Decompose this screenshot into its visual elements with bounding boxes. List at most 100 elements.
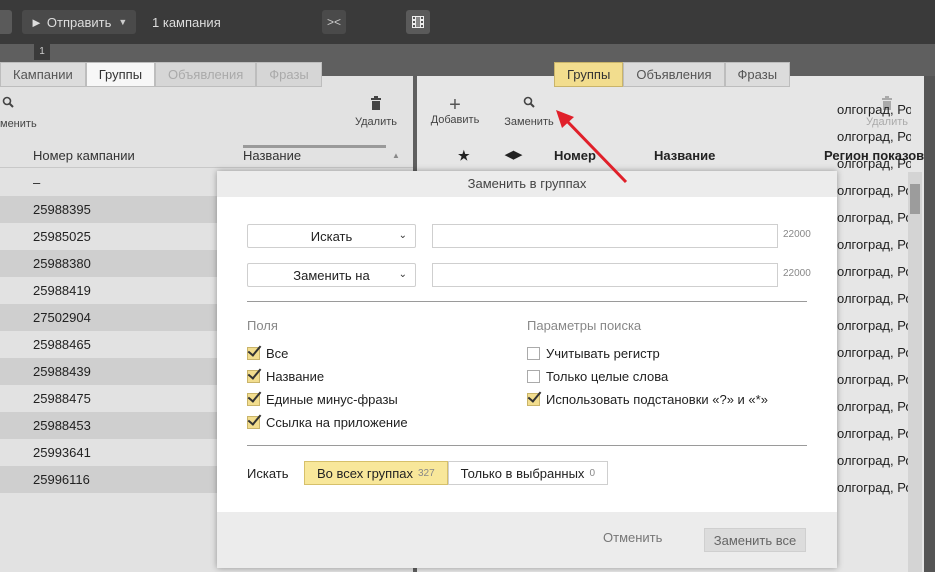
params-title: Параметры поиска bbox=[527, 318, 642, 333]
checkbox-checked-icon[interactable] bbox=[247, 415, 260, 429]
region-cell: олгоград, Ро bbox=[837, 372, 911, 387]
checkbox-label: Название bbox=[266, 368, 325, 384]
trash-icon bbox=[370, 96, 382, 113]
table-row[interactable]: 25993641 bbox=[0, 439, 220, 466]
replace-label: Заменить bbox=[504, 116, 554, 128]
delete-label: Удалить bbox=[355, 116, 397, 128]
search-icon bbox=[523, 96, 535, 111]
checkbox-label: Все bbox=[266, 345, 289, 361]
divider bbox=[247, 301, 807, 302]
region-cell: олгоград, Ро bbox=[837, 183, 911, 198]
chevron-down-icon: ⌄ bbox=[398, 269, 407, 280]
checkbox-label: Единые минус-фразы bbox=[266, 391, 398, 407]
tab-campaigns[interactable]: Кампании bbox=[0, 62, 86, 87]
table-row[interactable]: 25988475 bbox=[0, 385, 220, 412]
replace-all-button[interactable]: Заменить все bbox=[704, 528, 806, 552]
checkbox-checked-icon[interactable] bbox=[527, 392, 540, 406]
region-cell: олгоград, Ро bbox=[837, 129, 911, 144]
collapse-button[interactable]: >< bbox=[322, 10, 346, 34]
scope-selected-label: Только в выбранных bbox=[460, 465, 585, 481]
left-toolbar: менить Удалить bbox=[0, 86, 413, 141]
toolbar-left-button[interactable] bbox=[0, 10, 12, 34]
search-mode-select[interactable]: Искать ⌄ bbox=[247, 224, 416, 248]
row-badge: 1 bbox=[34, 44, 50, 60]
table-row[interactable]: 25988419 bbox=[0, 277, 220, 304]
send-label: Отправить bbox=[46, 14, 112, 30]
tab-phrases[interactable]: Фразы bbox=[256, 62, 322, 87]
table-row[interactable]: 25985025 bbox=[0, 223, 220, 250]
add-button[interactable]: + Добавить bbox=[425, 94, 485, 126]
tab-ads[interactable]: Объявления bbox=[155, 62, 257, 87]
scope-all-groups-button[interactable]: Во всех группах 327 bbox=[304, 461, 448, 485]
search-input[interactable] bbox=[432, 224, 778, 248]
search-row: Искать ⌄ 22000 bbox=[247, 224, 817, 248]
table-header: Номер кампании Название ▲ bbox=[0, 142, 413, 168]
checkbox-unchecked-icon[interactable] bbox=[527, 346, 540, 360]
checkbox-name[interactable]: Название bbox=[247, 367, 324, 385]
flag-icon[interactable]: ◀▶ bbox=[505, 148, 522, 161]
column-name[interactable]: Название bbox=[654, 148, 715, 163]
fields-title: Поля bbox=[247, 318, 278, 333]
left-tabs: Кампании Группы Объявления Фразы bbox=[0, 62, 322, 87]
region-cell: олгоград, Ро bbox=[837, 426, 911, 441]
region-cell: олгоград, Ро bbox=[837, 345, 911, 360]
checkbox-checked-icon[interactable] bbox=[247, 369, 260, 383]
delete-button[interactable]: Удалить bbox=[350, 96, 402, 128]
scope-selected-count: 0 bbox=[589, 467, 595, 479]
checkbox-checked-icon[interactable] bbox=[247, 346, 260, 360]
tab-phrases[interactable]: Фразы bbox=[724, 62, 791, 87]
checkbox-all[interactable]: Все bbox=[247, 344, 288, 362]
tab-groups[interactable]: Группы bbox=[554, 62, 624, 87]
scope-label: Искать bbox=[247, 466, 289, 481]
divider bbox=[247, 445, 807, 446]
checkbox-wildcards[interactable]: Использовать подстановки «?» и «*» bbox=[527, 390, 768, 408]
column-campaign-number[interactable]: Номер кампании bbox=[33, 148, 135, 163]
sort-up-icon[interactable]: ▲ bbox=[392, 151, 400, 160]
replace-label: менить bbox=[0, 118, 37, 130]
checkbox-case-sensitive[interactable]: Учитывать регистр bbox=[527, 344, 660, 362]
checkbox-checked-icon[interactable] bbox=[247, 392, 260, 406]
film-icon[interactable] bbox=[406, 10, 430, 34]
chevron-down-icon: ⌄ bbox=[398, 230, 407, 241]
checkbox-minus-phrases[interactable]: Единые минус-фразы bbox=[247, 390, 398, 408]
top-toolbar: ► Отправить ▼ 1 кампания >< bbox=[0, 0, 935, 44]
replace-mode-select[interactable]: Заменить на ⌄ bbox=[247, 263, 416, 287]
send-icon: ► bbox=[30, 14, 43, 30]
cancel-button[interactable]: Отменить bbox=[603, 530, 662, 545]
region-cell: олгоград, Ро bbox=[837, 399, 911, 414]
region-cell: олгоград, Ро bbox=[837, 102, 911, 117]
checkbox-app-link[interactable]: Ссылка на приложение bbox=[247, 413, 408, 431]
replace-row: Заменить на ⌄ 22000 bbox=[247, 263, 817, 287]
table-row[interactable]: 25996116 bbox=[0, 466, 220, 493]
campaign-rows: – 25988395 25985025 25988380 25988419 27… bbox=[0, 169, 220, 493]
region-rows: олгоград, Ро олгоград, Ро олгоград, Ро о… bbox=[837, 96, 911, 501]
region-cell: олгоград, Ро bbox=[837, 480, 911, 495]
table-row[interactable]: 25988465 bbox=[0, 331, 220, 358]
replace-char-limit: 22000 bbox=[783, 268, 811, 279]
tab-ads[interactable]: Объявления bbox=[623, 62, 725, 87]
region-cell: олгоград, Ро bbox=[837, 318, 911, 333]
checkbox-label: Ссылка на приложение bbox=[266, 414, 408, 430]
scrollbar[interactable] bbox=[908, 172, 922, 572]
region-cell: олгоград, Ро bbox=[837, 237, 911, 252]
table-row[interactable]: 25988439 bbox=[0, 358, 220, 385]
replace-button[interactable]: Заменить bbox=[499, 96, 559, 128]
checkbox-label: Использовать подстановки «?» и «*» bbox=[546, 391, 768, 407]
scrollbar-thumb[interactable] bbox=[910, 184, 920, 214]
column-number[interactable]: Номер bbox=[554, 148, 596, 163]
table-row[interactable]: 25988395 bbox=[0, 196, 220, 223]
send-button[interactable]: ► Отправить ▼ bbox=[22, 10, 136, 34]
star-icon[interactable]: ★ bbox=[458, 148, 470, 164]
replace-input[interactable] bbox=[432, 263, 778, 287]
search-char-limit: 22000 bbox=[783, 229, 811, 240]
table-row[interactable]: 25988380 bbox=[0, 250, 220, 277]
checkbox-whole-words[interactable]: Только целые слова bbox=[527, 367, 668, 385]
plus-icon: + bbox=[449, 94, 461, 116]
checkbox-unchecked-icon[interactable] bbox=[527, 369, 540, 383]
tab-groups[interactable]: Группы bbox=[85, 62, 156, 87]
table-row[interactable]: – bbox=[0, 169, 220, 196]
table-row[interactable]: 27502904 bbox=[0, 304, 220, 331]
column-name[interactable]: Название bbox=[243, 145, 386, 163]
scope-selected-button[interactable]: Только в выбранных 0 bbox=[447, 461, 608, 485]
table-row[interactable]: 25988453 bbox=[0, 412, 220, 439]
